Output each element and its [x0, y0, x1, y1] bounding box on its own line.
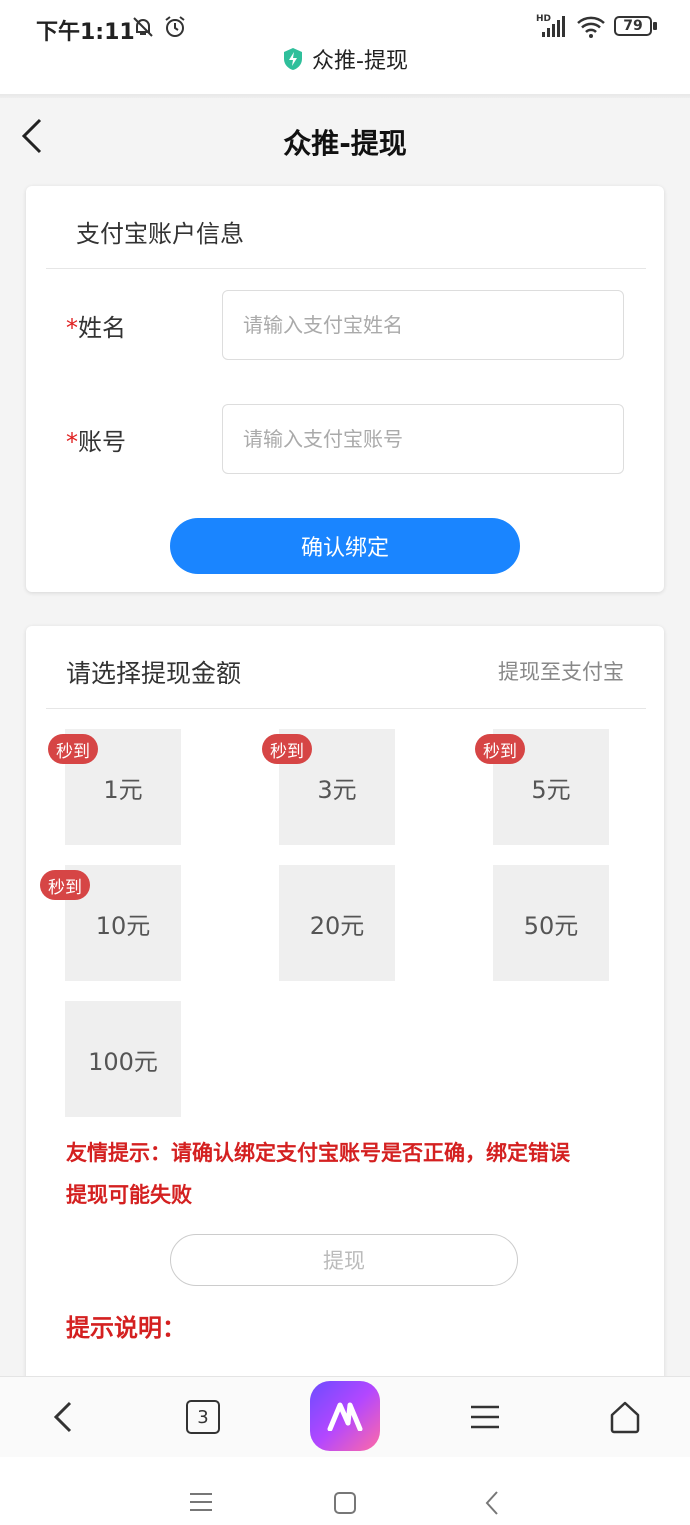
home-icon: [610, 1401, 640, 1434]
account-label-text: 账号: [78, 428, 126, 456]
amount-label: 20元: [309, 911, 365, 940]
warning-tip-line1: 友情提示：请确认绑定支付宝账号是否正确，绑定错误: [66, 1141, 570, 1165]
instant-badge: 秒到: [475, 734, 525, 764]
signal-icon: [542, 16, 565, 37]
alipay-account-input[interactable]: [222, 404, 624, 474]
amount-option[interactable]: 50元: [493, 865, 609, 981]
wifi-icon: [577, 16, 605, 38]
notes-title: 提示说明：: [66, 1314, 186, 1342]
warning-tip-line2: 提现可能失败: [66, 1183, 192, 1207]
instant-badge: 秒到: [48, 734, 98, 764]
withdraw-amount-card: 请选择提现金额 提现至支付宝 1元 秒到 3元 秒到 5元 秒到 10元 秒到 …: [26, 626, 664, 1386]
divider: [46, 268, 646, 269]
battery-tip: [653, 22, 657, 30]
withdraw-destination: 提现至支付宝: [498, 660, 624, 684]
instant-badge: 秒到: [262, 734, 312, 764]
instant-badge: 秒到: [40, 870, 90, 900]
withdraw-button[interactable]: 提现: [170, 1234, 518, 1286]
tabs-button[interactable]: 3: [170, 1377, 236, 1457]
required-mark: *: [66, 428, 78, 456]
page-title: 众推-提现: [283, 127, 407, 160]
withdraw-card-heading: 请选择提现金额: [66, 659, 242, 688]
recent-apps-icon[interactable]: [188, 1491, 214, 1513]
battery-level: 79: [623, 18, 643, 34]
name-label: *姓名: [66, 308, 126, 343]
mute-icon: [133, 17, 153, 37]
nav-header: 众推-提现: [0, 98, 690, 186]
app-logo-button[interactable]: [310, 1371, 380, 1461]
page-url-text: 众推-提现: [312, 49, 408, 74]
amount-label: 5元: [531, 775, 571, 804]
amount-label: 100元: [88, 1047, 158, 1076]
required-mark: *: [66, 314, 78, 342]
amount-label: 50元: [523, 911, 579, 940]
page-url-label: 众推-提现: [0, 44, 690, 74]
alipay-account-card: 支付宝账户信息 *姓名 *账号 确认绑定: [26, 186, 664, 592]
app-logo-icon: [310, 1381, 380, 1451]
amount-label: 1元: [103, 775, 143, 804]
system-back-icon[interactable]: [480, 1489, 504, 1517]
alipay-card-heading: 支付宝账户信息: [76, 220, 244, 248]
menu-button[interactable]: [452, 1377, 518, 1457]
account-label: *账号: [66, 422, 126, 457]
menu-icon: [471, 1405, 499, 1429]
battery-icon: 79: [614, 16, 652, 36]
back-icon: [53, 1401, 72, 1433]
browser-toolbar: 3: [0, 1376, 690, 1457]
amount-option[interactable]: 100元: [65, 1001, 181, 1117]
amount-option[interactable]: 20元: [279, 865, 395, 981]
home-button[interactable]: [592, 1377, 658, 1457]
amount-label: 3元: [317, 775, 357, 804]
alipay-name-input[interactable]: [222, 290, 624, 360]
browser-back-button[interactable]: [30, 1377, 96, 1457]
confirm-bind-button[interactable]: 确认绑定: [170, 518, 520, 574]
shield-bolt-icon: [284, 48, 303, 70]
system-nav-bar: [0, 1457, 690, 1525]
status-bar: 下午1:11 HD 79 众推-提现: [0, 0, 690, 98]
amount-label: 10元: [95, 911, 151, 940]
system-home-icon[interactable]: [333, 1491, 357, 1515]
alarm-icon: [165, 16, 185, 37]
name-label-text: 姓名: [78, 314, 126, 342]
tab-count-icon: 3: [186, 1400, 220, 1434]
divider: [46, 708, 646, 709]
status-time: 下午1:11: [36, 20, 135, 45]
